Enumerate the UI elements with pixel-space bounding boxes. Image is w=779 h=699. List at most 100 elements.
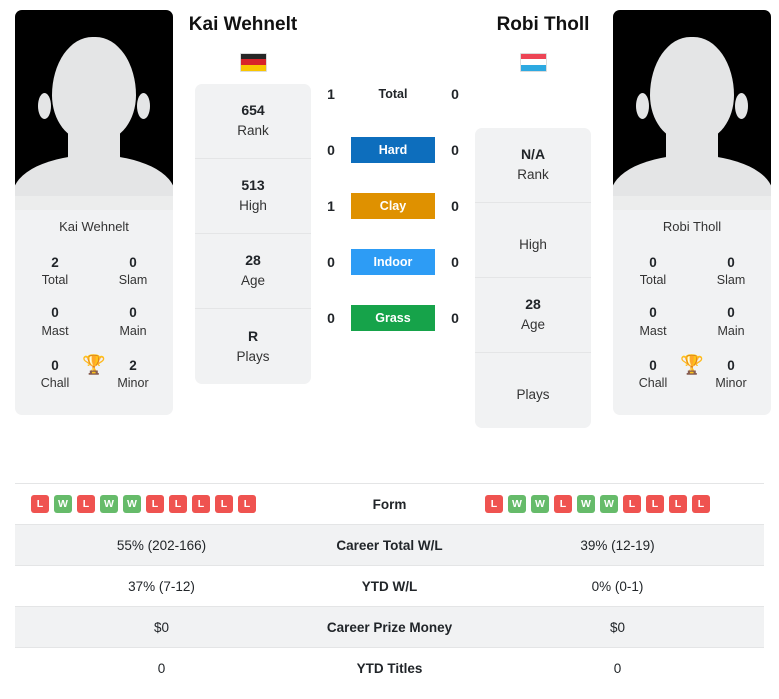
right-player-name[interactable]: Robi Tholl [475,10,611,40]
h2h-right-score: 0 [451,310,459,326]
left-value: 55% (202-166) [15,524,308,566]
avatar-placeholder-icon [613,31,771,210]
form-badge-loss: L [669,495,687,513]
right-stat-card: N/A Rank High 28 Age Plays [475,128,591,428]
trophy-icon: 🏆 [82,355,106,376]
table-row: $0 Career Prize Money $0 [15,606,764,648]
h2h-surface-column: 1 Total 0 0 Hard 0 1 Clay 0 0 Indoor 0 0 [311,10,475,346]
h2h-badge-grass[interactable]: Grass [351,305,435,331]
right-titles-grid: 0 Total 0 Slam 0 Mast 0 Main 0 Chall 0 M… [613,244,771,415]
row-label: YTD W/L [308,565,471,607]
right-player-card[interactable]: Robi Tholl 0 Total 0 Slam 0 Mast 0 Main … [613,10,771,416]
form-badge-loss: L [146,495,164,513]
value: 0 [727,305,735,321]
value: 28 [245,252,261,269]
form-badge-win: W [508,495,526,513]
right-value: 0% (0-1) [471,565,764,607]
form-badge-loss: L [485,495,503,513]
left-player-photo [15,10,173,210]
label: Slam [118,273,148,288]
left-title-chall: 0 Chall [31,357,79,391]
left-player-name[interactable]: Kai Wehnelt [175,10,311,40]
comparison-header: Kai Wehnelt 2 Total 0 Slam 0 Mast 0 Main… [0,0,779,475]
right-form-list: LWWLWWLLLL [477,495,758,513]
h2h-row-hard: 0 Hard 0 [311,122,475,178]
right-flag-wrap [475,40,591,84]
label: Minor [715,376,747,391]
value: 0 [649,255,657,270]
left-stat-age: 28 Age [195,234,311,309]
right-stat-column: Robi Tholl N/A Rank High 28 Age Plays [475,10,591,428]
label: Plays [236,348,270,364]
photo-fade [15,196,173,210]
h2h-row-total: 1 Total 0 [311,66,475,122]
form-badge-loss: L [554,495,572,513]
value: 0 [51,357,59,373]
left-title-minor: 2 Minor [109,357,157,391]
form-badge-loss: L [646,495,664,513]
left-player-flag-icon [239,52,267,72]
right-player-flag-icon [519,52,547,72]
h2h-right-score: 0 [451,142,459,158]
value: 2 [51,255,59,270]
label: Age [520,317,546,333]
table-row: 37% (7-12) YTD W/L 0% (0-1) [15,565,764,607]
player-comparison-page: Kai Wehnelt 2 Total 0 Slam 0 Mast 0 Main… [0,0,779,699]
h2h-badge-total: Total [378,87,408,101]
left-player-column: Kai Wehnelt 2 Total 0 Slam 0 Mast 0 Main… [15,10,173,416]
right-stat-plays: Plays [475,353,591,428]
right-player-card-name: Robi Tholl [662,219,722,234]
h2h-badge-hard[interactable]: Hard [351,137,435,163]
form-badge-win: W [531,495,549,513]
photo-fade [613,196,771,210]
left-player-card-name: Kai Wehnelt [59,219,129,234]
value: N/A [520,146,546,163]
value: 0 [649,305,657,321]
value: 0 [649,357,657,373]
label: High [239,198,267,214]
left-form-cell: LWLWWLLLLL [15,483,308,525]
left-title-main: 0 Main [109,304,157,338]
right-stat-age: 28 Age [475,278,591,353]
label: Minor [117,376,149,391]
table-row-form: LWLWWLLLLL Form LWWLWWLLLL [15,483,764,525]
form-badge-loss: L [692,495,710,513]
left-stat-rank: 654 Rank [195,84,311,159]
h2h-badge-indoor[interactable]: Indoor [351,249,435,275]
value: 2 [129,357,137,373]
h2h-row-indoor: 0 Indoor 0 [311,234,475,290]
table-row: 55% (202-166) Career Total W/L 39% (12-1… [15,524,764,566]
h2h-row-grass: 0 Grass 0 [311,290,475,346]
value: 0 [727,255,735,270]
right-player-column: Robi Tholl 0 Total 0 Slam 0 Mast 0 Main … [613,10,771,416]
h2h-badge-clay[interactable]: Clay [351,193,435,219]
value: 513 [241,177,265,194]
h2h-left-score: 0 [327,254,335,270]
right-title-mast: 0 Mast [629,304,677,338]
label: Chall [40,376,70,391]
label: Mast [639,323,667,338]
label: Main [717,323,745,338]
left-player-card[interactable]: Kai Wehnelt 2 Total 0 Slam 0 Mast 0 Main… [15,10,173,416]
right-stat-rank: N/A Rank [475,128,591,203]
label: High [519,236,547,252]
label: Rank [517,167,549,183]
label: Chall [638,376,668,391]
label: Rank [237,123,269,139]
right-title-minor: 0 Minor [707,357,755,391]
form-badge-win: W [100,495,118,513]
h2h-right-score: 0 [451,254,459,270]
form-badge-win: W [600,495,618,513]
h2h-left-score: 1 [327,86,335,102]
form-badge-loss: L [623,495,641,513]
right-title-total: 0 Total [629,254,677,288]
avatar-placeholder-icon [15,31,173,210]
left-title-slam: 0 Slam [109,254,157,288]
value: 28 [525,296,541,313]
row-label-form: Form [308,483,471,525]
value: 654 [241,102,265,119]
value: 0 [129,305,137,321]
right-player-photo [613,10,771,210]
table-row: 0 YTD Titles 0 [15,647,764,689]
form-badge-loss: L [31,495,49,513]
